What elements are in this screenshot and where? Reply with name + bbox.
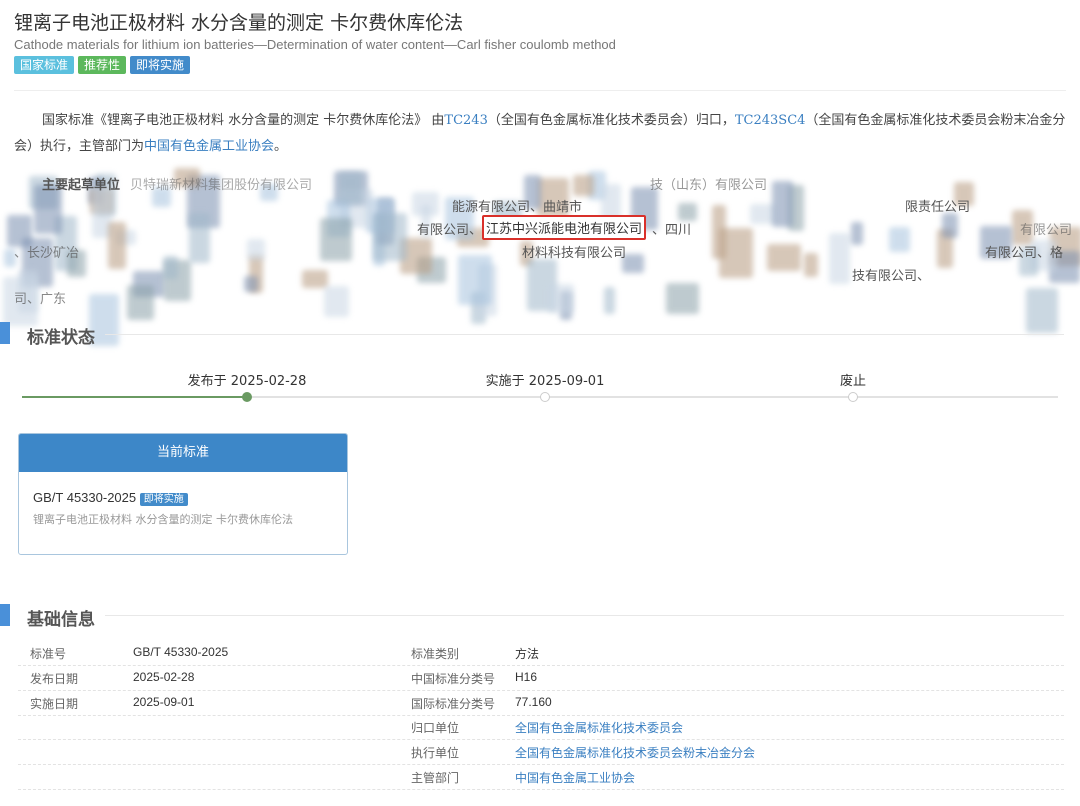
drafters-lead: 主要起草单位 <box>42 178 121 193</box>
info-value: 方法 <box>515 647 540 661</box>
divider <box>14 90 1066 91</box>
divider <box>105 334 1064 335</box>
card-header: 当前标准 <box>19 434 347 472</box>
tag-national-standard: 国家标准 <box>14 56 75 74</box>
drafter-fragment: 贝特瑞新材料集团股份有限公司 <box>130 178 313 193</box>
tc243sc4-link[interactable]: TC243SC4 <box>735 113 806 128</box>
mosaic-block <box>301 269 328 288</box>
status-badge: 即将实施 <box>139 493 188 506</box>
intro-text: 国家标准《锂离子电池正极材料 水分含量的测定 卡尔费休库伦法》 由 <box>42 113 445 128</box>
standard-code: GB/T 45330-2025 <box>33 490 137 505</box>
info-label: 归口单位 <box>411 721 460 736</box>
mosaic-block <box>458 255 493 306</box>
drafter-fragment: 能源有限公司、曲靖市 <box>452 200 583 215</box>
timeline-dot <box>540 392 550 402</box>
drafting-units-paragraph: 主要起草单位 贝特瑞新材料集团股份有限公司 技（山东）有限公司 能源有限公司、曲… <box>0 168 1080 346</box>
mosaic-block <box>771 181 794 227</box>
mosaic-block <box>941 212 958 238</box>
timeline-step-published: 发布于 2025-02-28 <box>187 374 307 389</box>
page-title: 锂离子电池正极材料 水分含量的测定 卡尔费休库伦法 <box>14 12 464 34</box>
info-label: 国际标准分类号 <box>411 696 496 711</box>
standard-name: 锂离子电池正极材料 水分含量的测定 卡尔费休库伦法 <box>33 513 293 526</box>
info-row: 实施日期 2025-09-01 国际标准分类号 77.160 <box>18 691 1064 716</box>
mosaic-block <box>888 226 910 253</box>
info-value: 2025-09-01 <box>133 694 195 709</box>
drafter-fragment: 有限公司、 <box>417 223 483 238</box>
info-label: 标准类别 <box>411 647 460 661</box>
mosaic-block <box>829 233 851 284</box>
mosaic-block <box>189 212 210 264</box>
mosaic-block <box>547 283 575 314</box>
timeline-step-abolished: 废止 <box>839 374 867 389</box>
section-title-basic-info: 基础信息 <box>27 610 95 630</box>
info-value: 2025-02-28 <box>133 669 195 684</box>
drafter-fragment: 司、广东 <box>14 292 67 307</box>
info-link[interactable]: 中国有色金属工业协会 <box>515 769 635 786</box>
drafter-fragment: 技有限公司、 <box>852 269 931 284</box>
drafter-fragment: 有限公司、格 <box>985 246 1064 261</box>
mosaic-block <box>604 286 615 315</box>
mosaic-block <box>718 227 753 279</box>
drafter-fragment: 限责任公司 <box>905 200 971 215</box>
current-standard-card[interactable]: 当前标准 GB/T 45330-2025 即将实施 锂离子电池正极材料 水分含量… <box>18 433 348 555</box>
section-marker <box>0 604 10 626</box>
tag-list: 国家标准 推荐性 即将实施 <box>14 56 191 74</box>
tag-recommended: 推荐性 <box>78 56 127 74</box>
drafter-fragment: 、四川 <box>652 223 692 238</box>
mosaic-block <box>319 218 353 261</box>
mosaic-block <box>804 252 818 277</box>
mosaic-block <box>372 213 408 261</box>
info-row: 标准号 GB/T 45330-2025 标准类别 方法 <box>18 641 1064 666</box>
info-label: 中国标准分类号 <box>411 671 496 686</box>
mosaic-block <box>850 221 863 245</box>
info-label: 标准号 <box>30 647 67 661</box>
drafter-fragment: 技（山东）有限公司 <box>650 178 768 193</box>
info-row: 主管部门 中国有色金属工业协会 <box>18 765 1064 790</box>
intro-text: （全国有色金属标准化技术委员会）归口， <box>487 113 735 128</box>
mosaic-block <box>1026 288 1058 334</box>
drafter-fragment: 材料科技有限公司 <box>522 246 627 261</box>
divider <box>105 615 1064 616</box>
mosaic-block <box>665 283 700 314</box>
timeline-dot <box>848 392 858 402</box>
drafter-fragment: 、长沙矿冶 <box>14 246 80 261</box>
mosaic-block <box>127 284 155 320</box>
info-value: H16 <box>515 669 538 684</box>
timeline-progress <box>22 396 247 398</box>
mosaic-block <box>243 275 258 293</box>
english-title: Cathode materials for lithium ion batter… <box>14 37 616 52</box>
info-value: GB/T 45330-2025 <box>133 645 229 659</box>
info-label: 执行单位 <box>411 746 460 761</box>
highlighted-drafter: 江苏中兴派能电池有限公司 <box>482 215 647 240</box>
mosaic-block <box>323 285 349 317</box>
intro-text: 。 <box>274 139 288 154</box>
section-title-status: 标准状态 <box>27 328 95 348</box>
dept-link[interactable]: 中国有色金属工业协会 <box>144 139 274 154</box>
info-label: 实施日期 <box>30 696 79 711</box>
mosaic-block <box>163 255 178 279</box>
info-value: 77.160 <box>515 694 552 709</box>
info-link[interactable]: 全国有色金属标准化技术委员会粉末冶金分会 <box>515 744 755 761</box>
section-marker <box>0 322 10 344</box>
mosaic-block <box>572 174 595 197</box>
info-row: 发布日期 2025-02-28 中国标准分类号 H16 <box>18 666 1064 691</box>
mosaic-block <box>767 244 802 271</box>
mosaic-block <box>108 221 126 270</box>
drafter-fragment: 有限公司 <box>1020 223 1073 238</box>
info-label: 发布日期 <box>30 671 79 686</box>
mosaic-block <box>339 171 362 205</box>
info-link[interactable]: 全国有色金属标准化技术委员会 <box>515 719 683 736</box>
info-row: 归口单位 全国有色金属标准化技术委员会 <box>18 715 1064 741</box>
timeline-dot-done <box>242 392 252 402</box>
tag-upcoming: 即将实施 <box>130 56 191 74</box>
mosaic-block <box>246 239 265 261</box>
info-label: 主管部门 <box>411 771 460 785</box>
info-row: 执行单位 全国有色金属标准化技术委员会粉末冶金分会 <box>18 740 1064 766</box>
tc243-link[interactable]: TC243 <box>444 113 487 128</box>
intro-paragraph: 国家标准《锂离子电池正极材料 水分含量的测定 卡尔费休库伦法》 由TC243（全… <box>14 108 1074 160</box>
timeline-step-implemented: 实施于 2025-09-01 <box>485 374 605 389</box>
